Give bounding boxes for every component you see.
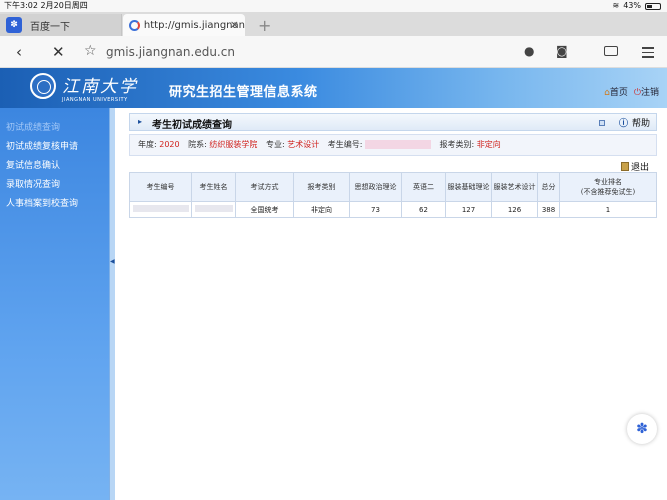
home-link[interactable]: ⌂首页 [604, 85, 628, 98]
cell-name [191, 201, 236, 218]
video-icon[interactable] [604, 46, 618, 56]
university-logo-icon [30, 73, 56, 99]
url-text[interactable]: gmis.jiangnan.edu.cn [106, 45, 235, 59]
cell-rank: 1 [559, 201, 657, 218]
dept-label: 院系: [188, 140, 207, 149]
menu-icon[interactable] [642, 44, 654, 58]
dept-value: 纺织服装学院 [209, 140, 258, 149]
system-title: 研究生招生管理信息系统 [169, 85, 318, 100]
col-basic-theory: 服装基础理论 [445, 172, 492, 202]
bookmark-star-icon[interactable]: ☆ [84, 43, 97, 59]
col-type: 报考类别 [293, 172, 350, 202]
col-rank: 专业排名 (不含推荐免试生) [559, 172, 657, 202]
candidate-info: 年度: 2020 院系: 纺织服装学院 专业: 艺术设计 考生编号: 报考类别:… [129, 134, 657, 156]
power-icon: ⏻ [633, 88, 641, 98]
col-name: 考生姓名 [191, 172, 236, 202]
cell-basic-theory: 127 [445, 201, 492, 218]
battery-percent: 43% [623, 1, 641, 10]
university-name-cn: 江南大学 [62, 77, 138, 97]
status-time: 下午3:02 [4, 1, 38, 10]
main-content: ▸ 考生初试成绩查询 ⓘ 帮助 年度: 2020 院系: 纺织服装学院 专业: … [115, 108, 667, 500]
cell-politics: 73 [349, 201, 402, 218]
year-label: 年度: [138, 140, 157, 149]
checkbox-icon [598, 119, 605, 126]
col-rank-title: 专业排名 [594, 178, 622, 186]
browser-tab-bar: ✽ 百度一下 http://gmis.jiangnan × + [0, 12, 667, 36]
help-label: 帮助 [631, 119, 650, 129]
loading-icon [129, 19, 140, 31]
redacted-name [194, 205, 233, 212]
content-title-bar: ▸ 考生初试成绩查询 ⓘ 帮助 [129, 113, 657, 131]
close-tab-icon[interactable]: × [230, 18, 239, 31]
status-bar: 下午3:02 2月20日周四 ≋ 43% [0, 0, 667, 12]
header-links: ⌂首页 ⏻注销 [604, 85, 659, 98]
table-row: 全国统考 非定向 73 62 127 126 388 1 [129, 201, 657, 218]
home-label: 首页 [609, 88, 628, 98]
battery-icon [645, 2, 661, 10]
stop-loading-icon[interactable]: ✕ [52, 43, 65, 61]
cell-type: 非定向 [293, 201, 350, 218]
exam-no-redacted [365, 140, 431, 149]
wifi-icon: ≋ [612, 1, 620, 10]
sidebar-item-retest-confirm[interactable]: 复试信息确认 [6, 158, 60, 171]
col-exam-mode: 考试方式 [235, 172, 294, 202]
help-button[interactable]: ⓘ 帮助 [598, 116, 650, 129]
info-icon: ⓘ [618, 119, 628, 129]
status-date: 2月20日周四 [40, 1, 88, 10]
logout-link[interactable]: ⏻注销 [634, 85, 659, 98]
cell-exam-no [129, 201, 192, 218]
col-english: 英语二 [401, 172, 446, 202]
collapse-arrow-icon[interactable]: ◀ [110, 258, 115, 265]
col-art-design: 服装艺术设计 [491, 172, 538, 202]
baidu-paw-icon: ✽ [6, 17, 22, 33]
address-bar: ‹ ✕ ☆ gmis.jiangnan.edu.cn ● ◙ [0, 36, 667, 68]
redacted-exam-no [132, 205, 189, 212]
microphone-icon[interactable]: ● [524, 44, 534, 58]
type-label: 报考类别: [439, 140, 475, 149]
score-table: 考生编号 考生姓名 考试方式 报考类别 思想政治理论 英语二 服装基础理论 服装… [129, 172, 657, 218]
table-header-row: 考生编号 考生姓名 考试方式 报考类别 思想政治理论 英语二 服装基础理论 服装… [129, 172, 657, 202]
new-tab-plus-icon[interactable]: + [258, 16, 271, 35]
tab-baidu[interactable]: ✽ 百度一下 [0, 14, 122, 36]
status-time-date: 下午3:02 2月20日周四 [4, 0, 88, 12]
exit-door-icon [621, 162, 629, 171]
major-label: 专业: [265, 140, 285, 149]
cell-art-design: 126 [491, 201, 538, 218]
tab-label: 百度一下 [30, 21, 70, 33]
sidebar: 初试成绩查询 初试成绩复核申请 复试信息确认 录取情况查询 人事档案到校查询 [0, 108, 109, 500]
tab-gmis[interactable]: http://gmis.jiangnan × [123, 14, 245, 36]
exam-no-label: 考生编号: [327, 140, 363, 149]
back-arrow-icon[interactable]: ‹ [16, 43, 22, 61]
col-rank-note: (不含推荐免试生) [580, 188, 636, 196]
sidebar-item-score-review[interactable]: 初试成绩复核申请 [6, 139, 78, 152]
cell-total: 388 [537, 201, 560, 218]
type-value: 非定向 [476, 140, 501, 149]
col-exam-no: 考生编号 [129, 172, 192, 202]
university-name-en: JIANGNAN UNIVERSITY [62, 97, 128, 103]
sidebar-item-score-query[interactable]: 初试成绩查询 [6, 120, 60, 133]
title-marker-icon: ▸ [138, 117, 143, 126]
page-title: 考生初试成绩查询 [152, 120, 232, 131]
status-right: ≋ 43% [613, 0, 661, 12]
baidu-float-paw-icon[interactable]: ✽ [627, 414, 657, 444]
site-header: 江南大学 JIANGNAN UNIVERSITY 研究生招生管理信息系统 ⌂首页… [0, 68, 667, 108]
cell-exam-mode: 全国统考 [235, 201, 294, 218]
logout-label: 注销 [640, 88, 659, 98]
sidebar-item-archive-query[interactable]: 人事档案到校查询 [6, 196, 78, 209]
major-value: 艺术设计 [287, 140, 320, 149]
camera-icon[interactable]: ◙ [556, 44, 568, 58]
year-value: 2020 [159, 140, 180, 149]
sidebar-item-admission-query[interactable]: 录取情况查询 [6, 177, 60, 190]
col-total: 总分 [537, 172, 560, 202]
url-box[interactable]: ☆ gmis.jiangnan.edu.cn ● ◙ [84, 41, 584, 63]
cell-english: 62 [401, 201, 446, 218]
col-politics: 思想政治理论 [349, 172, 402, 202]
